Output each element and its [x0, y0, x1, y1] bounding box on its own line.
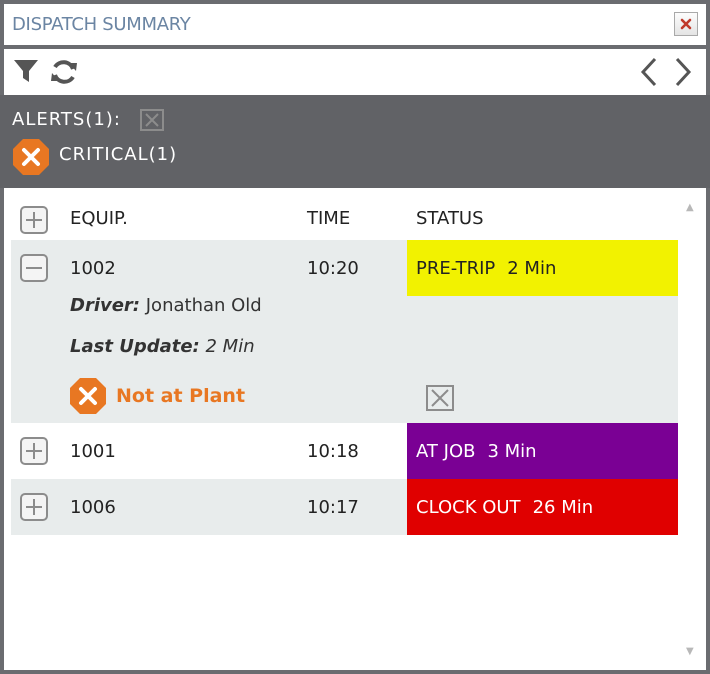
header-status[interactable]: STATUS	[416, 208, 484, 229]
equip-id: 1001	[70, 441, 116, 462]
header-time[interactable]: TIME	[307, 208, 350, 229]
chevron-left-icon[interactable]	[638, 57, 660, 87]
equip-id: 1002	[70, 258, 116, 279]
driver-detail: Driver: Jonathan Old	[70, 295, 262, 316]
row-alert-text: Not at Plant	[116, 385, 246, 407]
driver-label: Driver:	[70, 295, 141, 316]
status-badge: CLOCK OUT 26 Min	[407, 479, 678, 535]
close-button[interactable]	[674, 12, 698, 36]
status-badge: AT JOB 3 Min	[407, 423, 678, 479]
not-at-plant-alert-icon	[70, 378, 106, 414]
last-update-value: 2 Min	[205, 336, 255, 357]
last-update-label: Last Update:	[70, 336, 200, 357]
table-header: EQUIP. TIME STATUS	[11, 188, 678, 240]
driver-name: Jonathan Old	[145, 295, 262, 316]
status-label: AT JOB	[416, 440, 476, 462]
status-duration: 3 Min	[487, 440, 537, 462]
time: 10:17	[307, 497, 359, 518]
window-title: DISPATCH SUMMARY	[12, 14, 191, 35]
equip-id: 1006	[70, 497, 116, 518]
vertical-scrollbar[interactable]: ▲ ▼	[678, 188, 706, 670]
status-badge: PRE-TRIP 2 Min	[407, 240, 678, 296]
last-update-detail: Last Update: 2 Min	[70, 336, 255, 357]
status-duration: 2 Min	[507, 257, 557, 279]
critical-alert-icon[interactable]	[12, 138, 50, 176]
expand-row-button[interactable]	[20, 437, 48, 465]
dismiss-alerts-icon[interactable]	[140, 109, 164, 131]
dismiss-row-alert-icon[interactable]	[426, 385, 454, 411]
time: 10:18	[307, 441, 359, 462]
critical-count[interactable]: CRITICAL(1)	[59, 144, 177, 165]
scroll-down-arrow[interactable]: ▼	[686, 646, 694, 657]
status-label: PRE-TRIP	[416, 257, 496, 279]
table-row[interactable]: 1001 10:18 AT JOB 3 Min	[11, 423, 678, 479]
status-duration: 26 Min	[532, 496, 594, 518]
filter-icon[interactable]	[12, 57, 40, 85]
status-label: CLOCK OUT	[416, 496, 521, 518]
dispatch-summary-window: DISPATCH SUMMARY ALERTS(1): CRITICAL(1) …	[0, 0, 710, 674]
close-icon	[680, 18, 692, 30]
expand-row-button[interactable]	[20, 493, 48, 521]
time: 10:20	[307, 258, 359, 279]
equipment-table: EQUIP. TIME STATUS 1002 10:20 PRE-TRIP 2…	[4, 188, 706, 670]
refresh-icon[interactable]	[49, 57, 79, 87]
table-row[interactable]: 1006 10:17 CLOCK OUT 26 Min	[11, 479, 678, 535]
chevron-right-icon[interactable]	[672, 57, 694, 87]
title-bar: DISPATCH SUMMARY	[4, 4, 706, 45]
header-equip[interactable]: EQUIP.	[70, 208, 128, 229]
expand-all-button[interactable]	[20, 206, 48, 234]
alerts-panel: ALERTS(1): CRITICAL(1)	[0, 95, 710, 188]
table-row[interactable]: 1002 10:20 PRE-TRIP 2 Min Driver: Jonath…	[11, 240, 678, 423]
toolbar	[4, 49, 706, 95]
collapse-row-button[interactable]	[20, 254, 48, 282]
scroll-up-arrow[interactable]: ▲	[686, 202, 694, 213]
alerts-label: ALERTS(1):	[12, 109, 121, 130]
